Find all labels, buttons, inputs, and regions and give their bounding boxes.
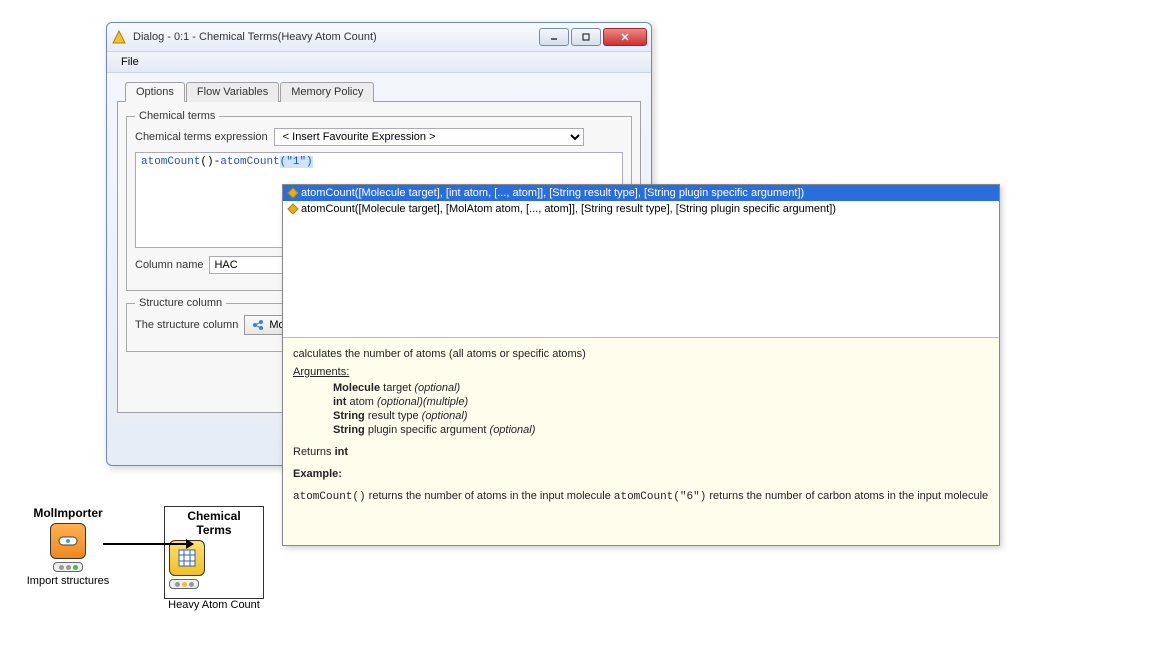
node-title: MolImporter	[33, 506, 102, 520]
connection-arrow-icon	[186, 539, 194, 549]
doc-example-title: Example:	[293, 468, 342, 480]
doc-example: atomCount() returns the number of atoms …	[293, 490, 989, 503]
menubar: File	[107, 51, 651, 73]
function-icon	[287, 203, 298, 214]
tab-memory-policy[interactable]: Memory Policy	[280, 82, 374, 102]
autocomplete-popup: atomCount([Molecule target], [int atom, …	[282, 184, 1000, 546]
menu-file[interactable]: File	[113, 54, 147, 70]
title-text: Dialog - 0:1 - Chemical Terms(Heavy Atom…	[133, 31, 539, 43]
importer-icon	[58, 534, 78, 548]
doc-arguments-title: Arguments:	[293, 366, 989, 378]
function-icon	[287, 187, 298, 198]
legend-chemical-terms: Chemical terms	[135, 110, 219, 122]
label-column-name: Column name	[135, 259, 203, 271]
autocomplete-item[interactable]: atomCount([Molecule target], [int atom, …	[283, 185, 999, 201]
tabs: Options Flow Variables Memory Policy	[117, 82, 641, 102]
grid-icon	[178, 549, 196, 567]
workflow-node-molimporter[interactable]: MolImporter Import structures	[18, 506, 118, 587]
close-button[interactable]	[603, 28, 647, 46]
autocomplete-list[interactable]: atomCount([Molecule target], [int atom, …	[283, 185, 999, 337]
workflow-node-chemical-terms[interactable]: Chemical Terms Heavy Atom Count	[164, 506, 264, 611]
node-status	[53, 562, 83, 572]
node-caption: Import structures	[27, 575, 110, 587]
autocomplete-item[interactable]: atomCount([Molecule target], [MolAtom at…	[283, 201, 999, 217]
label-structure-column: The structure column	[135, 319, 238, 331]
expression-dropdown[interactable]: < Insert Favourite Expression >	[274, 128, 584, 146]
minimize-button[interactable]	[539, 28, 569, 46]
autocomplete-item-text: atomCount([Molecule target], [int atom, …	[301, 187, 804, 199]
legend-structure-column: Structure column	[135, 297, 226, 309]
node-connection	[103, 543, 193, 545]
node-status	[169, 579, 199, 589]
maximize-button[interactable]	[571, 28, 601, 46]
app-icon	[111, 29, 127, 45]
label-expression: Chemical terms expression	[135, 131, 268, 143]
node-caption: Heavy Atom Count	[168, 599, 260, 611]
autocomplete-doc: calculates the number of atoms (all atom…	[283, 337, 999, 545]
molecule-icon	[251, 318, 265, 332]
node-icon	[50, 523, 86, 559]
doc-summary: calculates the number of atoms (all atom…	[293, 348, 989, 360]
doc-arguments: Molecule target (optional) int atom (opt…	[333, 382, 989, 436]
tab-options[interactable]: Options	[125, 82, 185, 102]
autocomplete-item-text: atomCount([Molecule target], [MolAtom at…	[301, 203, 836, 215]
window-controls	[539, 28, 647, 46]
titlebar[interactable]: Dialog - 0:1 - Chemical Terms(Heavy Atom…	[107, 23, 651, 51]
doc-returns: Returns int	[293, 446, 989, 458]
node-title: Chemical Terms	[169, 509, 259, 537]
tab-flow-variables[interactable]: Flow Variables	[186, 82, 279, 102]
